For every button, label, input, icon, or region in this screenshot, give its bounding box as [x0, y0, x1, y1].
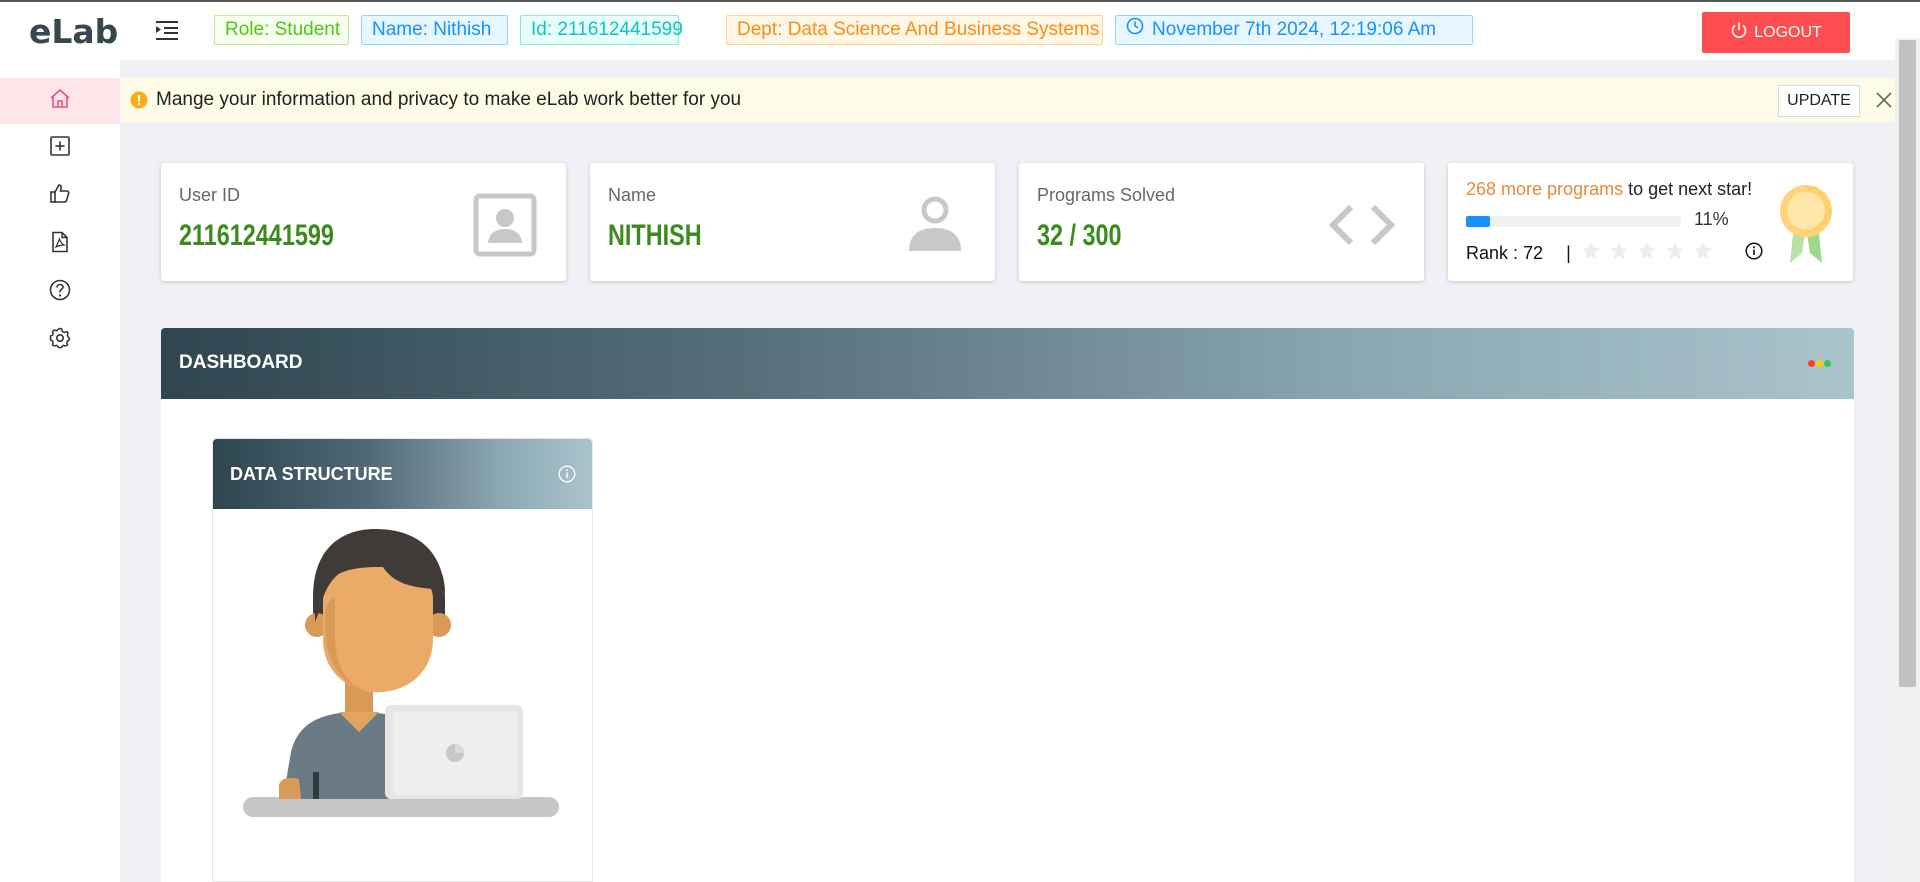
star-progress-text: 11%: [1694, 209, 1729, 229]
dashboard-title: DASHBOARD: [179, 352, 303, 373]
next-star-text: 268 more programs to get next star!: [1466, 179, 1752, 200]
warning-icon: [130, 91, 148, 109]
datetime-text: November 7th 2024, 12:19:06 Am: [1152, 19, 1437, 40]
star-progress-bar: [1466, 216, 1681, 227]
name-value: NITHISH: [608, 219, 702, 252]
user-icon: [905, 195, 965, 258]
name-label: Name: [608, 185, 657, 205]
app-logo[interactable]: eLab: [29, 12, 118, 51]
course-title: DATA STRUCTURE: [230, 464, 393, 484]
rank-value: Rank : 72: [1466, 243, 1544, 263]
update-button[interactable]: UPDATE: [1778, 85, 1860, 117]
user-id-value: 211612441599: [179, 219, 334, 252]
window-dot: [1808, 360, 1815, 367]
thumbs-up-icon: [48, 182, 72, 211]
plus-square-icon: [48, 134, 72, 163]
id-tag: Id: 211612441599: [520, 15, 683, 45]
programs-value: 32 / 300: [1037, 219, 1122, 252]
sidebar-item-pdf[interactable]: [0, 221, 120, 267]
info-icon[interactable]: [1745, 242, 1763, 265]
datetime-tag: November 7th 2024, 12:19:06 Am: [1115, 15, 1473, 45]
programs-card: Programs Solved 32 / 300: [1019, 163, 1424, 281]
home-icon: [48, 87, 72, 116]
help-circle-icon: [48, 278, 72, 307]
sidebar-item-add[interactable]: [0, 125, 120, 171]
user-id-label: User ID: [179, 185, 241, 205]
sidebar-item-help[interactable]: [0, 269, 120, 315]
star-icon: [1637, 241, 1657, 266]
star-icon: [1693, 241, 1713, 266]
next-star-card: 268 more programs to get next star! 11% …: [1448, 163, 1853, 281]
role-tag: Role: Student: [214, 15, 349, 45]
scrollbar-thumb[interactable]: [1899, 40, 1916, 687]
star-icon: [1609, 241, 1629, 266]
dashboard-header: DASHBOARD: [161, 328, 1854, 399]
sidebar-item-settings[interactable]: [0, 317, 120, 363]
rank-text: Rank : 72 |: [1466, 243, 1571, 264]
code-icon: [1327, 203, 1397, 252]
pdf-file-icon: [48, 230, 72, 259]
student-laptop-illustration: [243, 527, 563, 832]
more-programs-highlight: 268 more programs: [1466, 179, 1624, 199]
sidebar-item-like[interactable]: [0, 173, 120, 219]
info-icon[interactable]: [558, 465, 576, 483]
sidebar: [0, 60, 120, 882]
dept-tag: Dept: Data Science And Business Systems: [726, 15, 1103, 45]
settings-gear-icon: [48, 326, 72, 355]
window-dot: [1816, 360, 1823, 367]
star-icon: [1665, 241, 1685, 266]
course-card-data-structure[interactable]: DATA STRUCTURE: [212, 438, 593, 882]
award-medal-icon: [1778, 183, 1834, 272]
star-progress-fill: [1466, 216, 1490, 227]
rating-stars: [1581, 241, 1713, 266]
logout-button[interactable]: Logout: [1702, 12, 1850, 53]
user-id-card: User ID 211612441599: [161, 163, 566, 281]
clock-icon: [1126, 16, 1144, 44]
name-card: Name NITHISH: [590, 163, 995, 281]
next-star-rest: to get next star!: [1623, 179, 1753, 199]
window-dot: [1824, 360, 1831, 367]
menu-toggle-icon[interactable]: [154, 18, 180, 42]
window-dots: [1808, 360, 1831, 367]
rank-separator: |: [1566, 243, 1571, 263]
power-icon: [1730, 21, 1748, 44]
course-card-header: DATA STRUCTURE: [213, 439, 592, 509]
programs-label: Programs Solved: [1037, 185, 1176, 205]
id-badge-icon: [473, 193, 537, 262]
notice-text: Mange your information and privacy to ma…: [156, 89, 742, 110]
name-tag: Name: Nithish: [361, 15, 508, 45]
logout-label: Logout: [1754, 23, 1822, 41]
star-icon: [1581, 241, 1601, 266]
notice-bar: Mange your information and privacy to ma…: [120, 78, 1895, 122]
close-icon[interactable]: [1872, 88, 1896, 112]
top-bar: eLab Role: Student Name: Nithish Id: 211…: [0, 0, 1920, 60]
sidebar-item-home[interactable]: [0, 78, 120, 124]
